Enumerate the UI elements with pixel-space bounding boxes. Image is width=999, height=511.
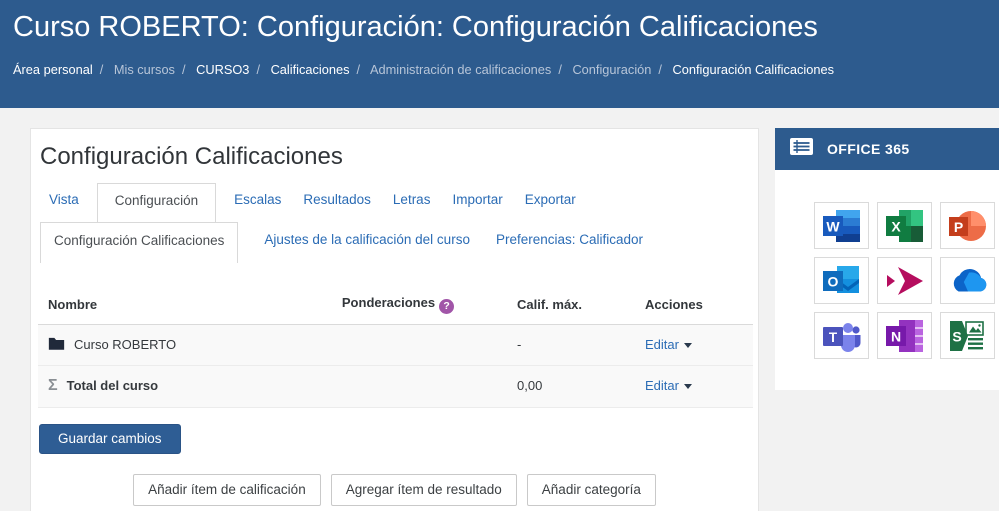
chevron-down-icon bbox=[683, 384, 692, 390]
subtab-preferencias-calificador[interactable]: Preferencias: Calificador bbox=[483, 222, 656, 257]
breadcrumb-separator: / bbox=[558, 62, 562, 77]
office-app-grid: W X P O T N S bbox=[814, 202, 999, 359]
subtab-bar: Configuración Calificaciones Ajustes de … bbox=[40, 222, 758, 263]
tab-exportar[interactable]: Exportar bbox=[514, 183, 587, 216]
page-title: Curso ROBERTO: Configuración: Configurac… bbox=[13, 11, 818, 43]
table-row-curso-roberto: Curso ROBERTO - Editar bbox=[38, 324, 753, 365]
column-header-acciones: Acciones bbox=[635, 286, 753, 325]
main-card: Configuración Calificaciones Vista Confi… bbox=[30, 128, 759, 511]
onedrive-icon bbox=[953, 268, 986, 291]
list-icon bbox=[789, 137, 814, 161]
category-name: Curso ROBERTO bbox=[74, 336, 177, 352]
breadcrumb-item-configuracion[interactable]: Configuración bbox=[572, 62, 651, 77]
excel-icon: X bbox=[885, 209, 923, 242]
excel-tile[interactable]: X bbox=[877, 202, 932, 249]
onenote-tile[interactable]: N bbox=[877, 312, 932, 359]
powerpoint-tile[interactable]: P bbox=[940, 202, 995, 249]
sway-tile[interactable]: S bbox=[940, 312, 995, 359]
breadcrumb-separator: / bbox=[356, 62, 361, 77]
svg-text:X: X bbox=[891, 218, 901, 234]
column-header-label: Ponderaciones bbox=[341, 295, 436, 310]
column-header-nombre: Nombre bbox=[38, 286, 287, 325]
breadcrumb-item-mis-cursos[interactable]: Mis cursos bbox=[114, 62, 175, 77]
section-heading: Configuración Calificaciones bbox=[40, 143, 343, 170]
svg-text:P: P bbox=[953, 219, 962, 235]
grade-setup-table: Nombre Ponderaciones? Calif. máx. Accion… bbox=[38, 286, 753, 408]
tab-importar[interactable]: Importar bbox=[441, 183, 513, 216]
save-changes-button[interactable]: Guardar cambios bbox=[39, 423, 181, 454]
column-header-ponderaciones: Ponderaciones? bbox=[287, 286, 507, 325]
tab-letras[interactable]: Letras bbox=[382, 183, 442, 216]
tab-vista[interactable]: Vista bbox=[38, 183, 90, 216]
teams-tile[interactable]: T bbox=[814, 312, 869, 359]
powerpoint-icon: P bbox=[948, 210, 986, 241]
breadcrumb: Área personal / Mis cursos / CURSO3 / Calif… bbox=[13, 62, 985, 77]
max-grade-cell: - bbox=[517, 336, 522, 352]
svg-text:O: O bbox=[827, 273, 838, 289]
weight-cell bbox=[287, 365, 507, 407]
add-outcome-item-button[interactable]: Agregar ítem de resultado bbox=[330, 473, 517, 506]
onenote-icon: N bbox=[885, 319, 923, 352]
tab-bar: Vista Configuración Escalas Resultados L… bbox=[38, 183, 758, 222]
office365-block: OFFICE 365 W X P O T N S bbox=[775, 128, 999, 390]
add-grade-item-button[interactable]: Añadir ítem de calificación bbox=[133, 473, 321, 506]
breadcrumb-separator: / bbox=[256, 62, 260, 77]
powerapps-tile[interactable] bbox=[877, 257, 932, 304]
onedrive-tile[interactable] bbox=[940, 257, 995, 304]
outlook-tile[interactable]: O bbox=[814, 257, 869, 304]
svg-text:N: N bbox=[890, 328, 900, 344]
table-header-row: Nombre Ponderaciones? Calif. máx. Accion… bbox=[38, 286, 753, 325]
office365-block-title: OFFICE 365 bbox=[827, 141, 910, 157]
subtab-configuracion-calificaciones[interactable]: Configuración Calificaciones bbox=[40, 222, 239, 263]
teams-icon: T bbox=[822, 322, 860, 352]
add-category-button[interactable]: Añadir categoría bbox=[526, 473, 656, 506]
folder-icon bbox=[48, 336, 65, 353]
tab-escalas[interactable]: Escalas bbox=[223, 183, 292, 216]
add-item-button-row: Añadir ítem de calificación Agregar ítem… bbox=[31, 473, 758, 506]
breadcrumb-separator: / bbox=[99, 62, 104, 77]
column-header-calif-max: Calif. máx. bbox=[507, 286, 635, 325]
weight-cell bbox=[287, 324, 507, 365]
sway-icon: S bbox=[949, 320, 984, 351]
sigma-icon: Σ bbox=[48, 376, 58, 394]
outlook-icon: O bbox=[822, 265, 859, 293]
powerapps-icon bbox=[886, 266, 923, 295]
office365-block-body: W X P O T N S bbox=[775, 170, 999, 390]
tab-configuracion[interactable]: Configuración bbox=[96, 183, 217, 222]
help-icon[interactable]: ? bbox=[439, 298, 455, 314]
breadcrumb-item-calificaciones[interactable]: Calificaciones bbox=[271, 62, 350, 77]
breadcrumb-separator: / bbox=[181, 62, 186, 77]
breadcrumb-item-area-personal[interactable]: Área personal bbox=[13, 62, 93, 77]
word-tile[interactable]: W bbox=[814, 202, 869, 249]
table-row-total-del-curso: Σ Total del curso 0,00 Editar bbox=[38, 365, 753, 407]
breadcrumb-item-current: Configuración Calificaciones bbox=[672, 62, 834, 77]
page-header: Curso ROBERTO: Configuración: Configurac… bbox=[0, 0, 999, 108]
max-grade-cell: 0,00 bbox=[517, 378, 543, 393]
subtab-ajustes-calificacion[interactable]: Ajustes de la calificación del curso bbox=[251, 222, 483, 257]
item-name: Total del curso bbox=[66, 378, 159, 393]
breadcrumb-separator: / bbox=[658, 62, 662, 77]
svg-text:W: W bbox=[826, 218, 840, 234]
edit-menu-link[interactable]: Editar bbox=[645, 337, 679, 352]
breadcrumb-item-administracion[interactable]: Administración de calificaciones bbox=[370, 62, 551, 77]
word-icon: W bbox=[822, 209, 860, 242]
tab-resultados[interactable]: Resultados bbox=[292, 183, 382, 216]
edit-menu-link[interactable]: Editar bbox=[645, 378, 679, 393]
office365-block-header: OFFICE 365 bbox=[775, 128, 999, 170]
chevron-down-icon bbox=[683, 342, 692, 348]
breadcrumb-item-curso3[interactable]: CURSO3 bbox=[196, 62, 249, 77]
svg-text:S: S bbox=[952, 328, 961, 344]
svg-text:T: T bbox=[828, 330, 837, 345]
